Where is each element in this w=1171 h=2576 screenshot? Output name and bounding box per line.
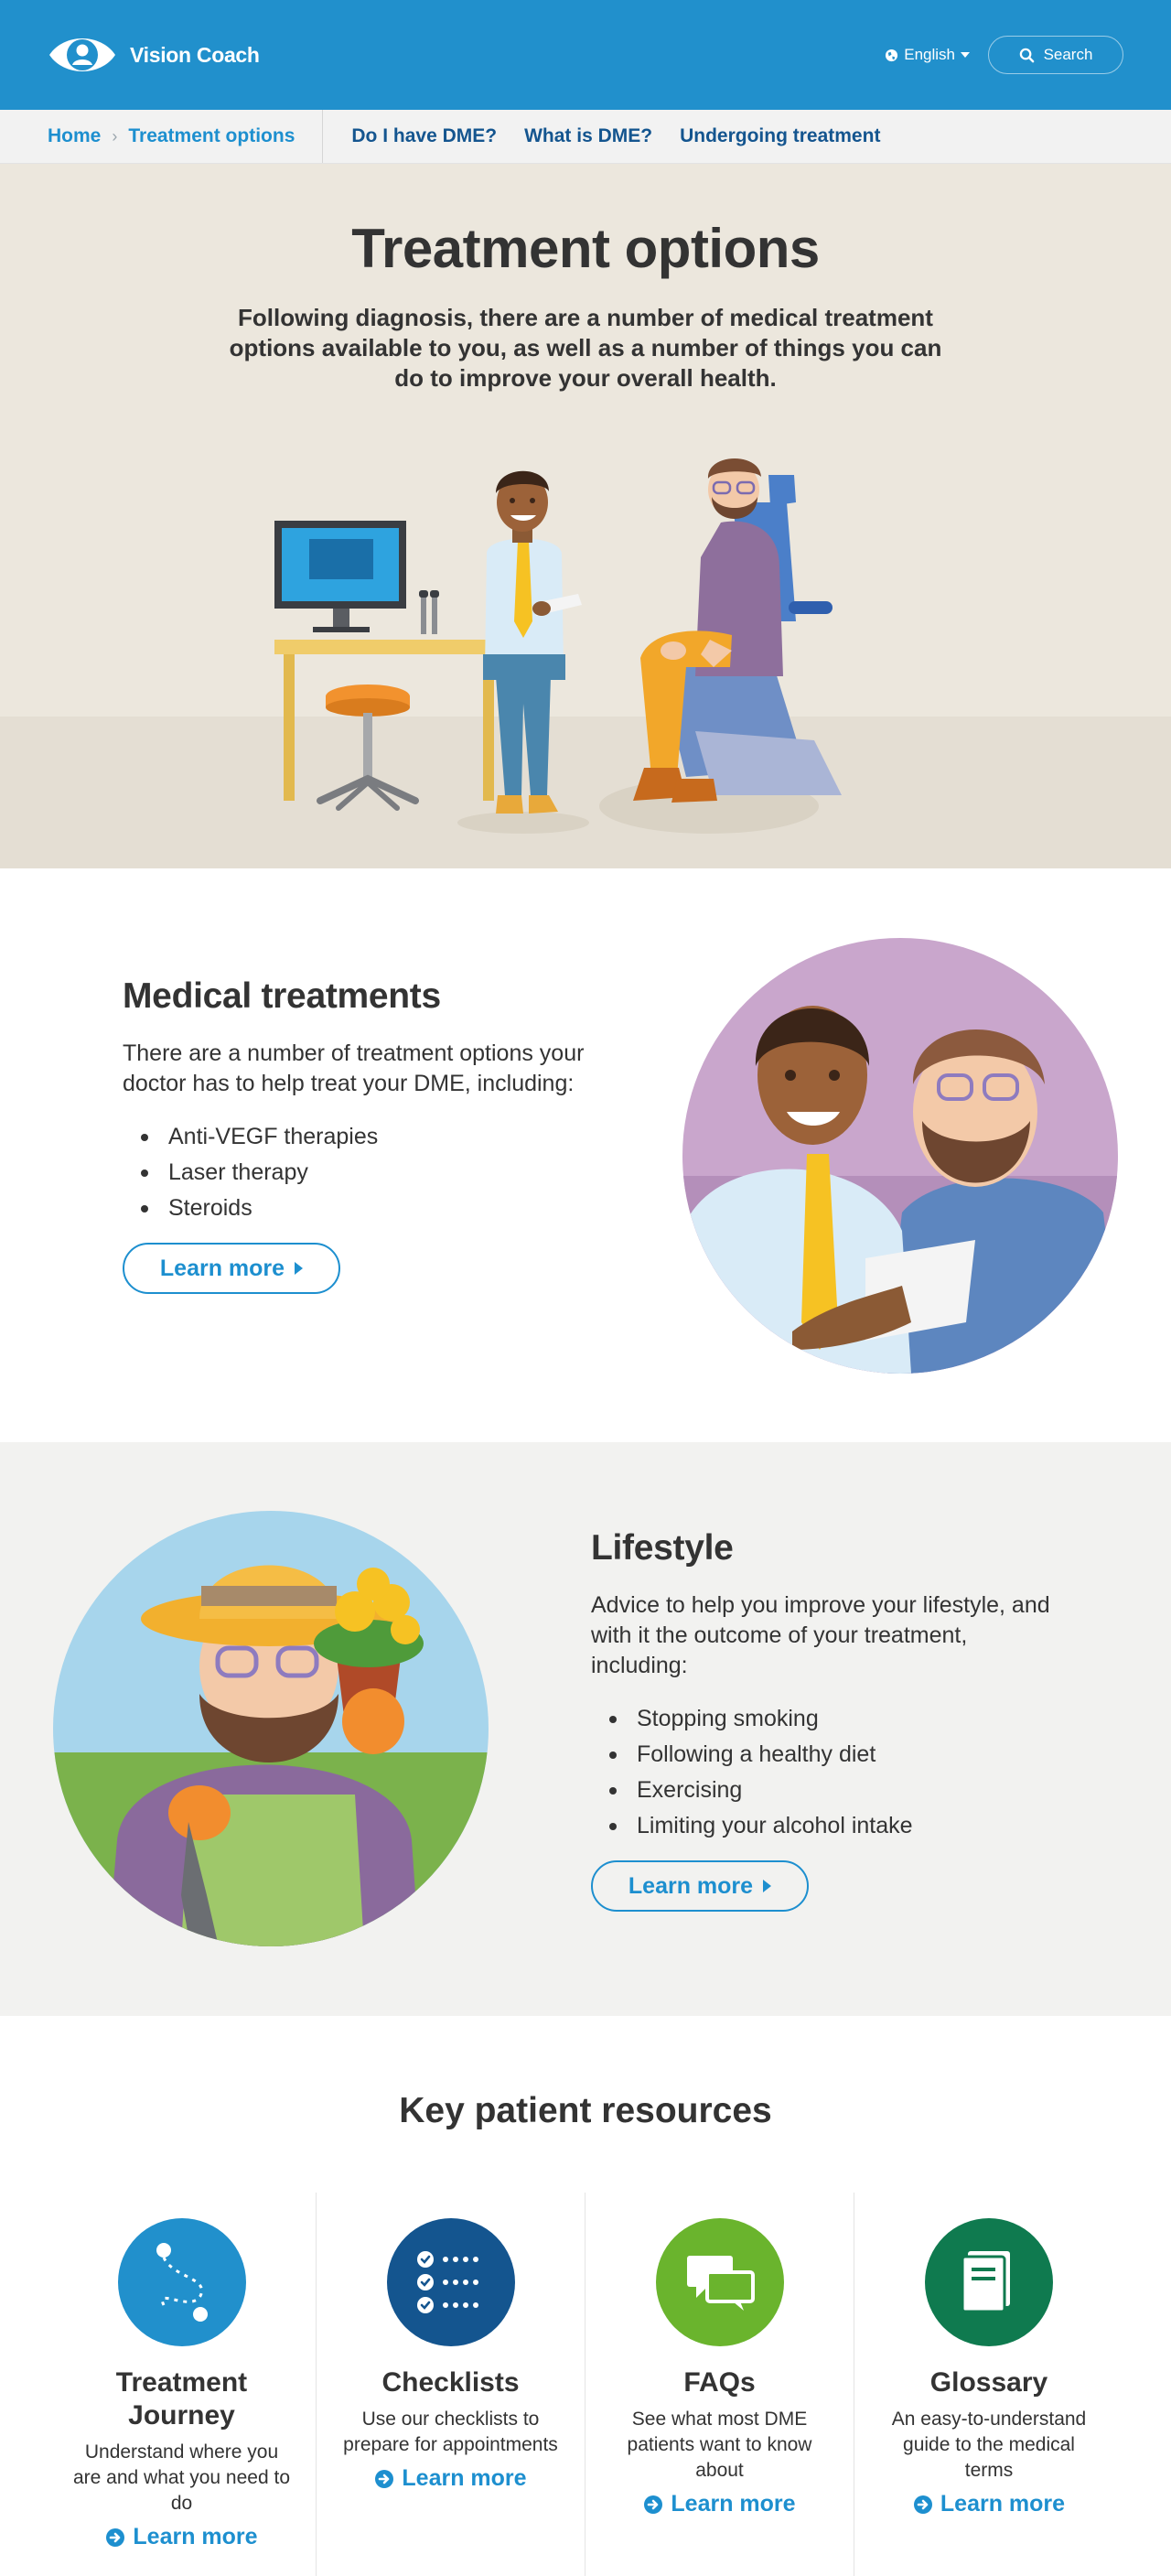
medical-title: Medical treatments bbox=[123, 976, 441, 1016]
link-label: Learn more bbox=[402, 2465, 527, 2491]
resource-card-faqs[interactable]: FAQs See what most DME patients want to … bbox=[586, 2193, 854, 2576]
resource-title: Treatment Journey bbox=[115, 2367, 248, 2430]
link-label: Learn more bbox=[940, 2491, 1066, 2517]
resource-desc: See what most DME patients want to know … bbox=[627, 2409, 812, 2481]
nav-link-undergoing-treatment[interactable]: Undergoing treatment bbox=[680, 125, 880, 147]
list-item: Steroids bbox=[123, 1191, 598, 1226]
resource-desc: Understand where you are and what you ne… bbox=[72, 2441, 290, 2514]
medical-treatments-section: Medical treatments There are a number of… bbox=[0, 868, 1171, 1442]
language-label: English bbox=[904, 46, 955, 63]
breadcrumb: Home › Treatment options bbox=[48, 110, 324, 163]
button-label: Learn more bbox=[159, 1255, 285, 1281]
eye-logo-icon bbox=[49, 38, 115, 71]
journey-icon bbox=[117, 2218, 246, 2346]
nav-link-do-i-have-dme[interactable]: Do I have DME? bbox=[351, 125, 497, 147]
resource-title: Checklists bbox=[381, 2367, 520, 2398]
resource-card-checklists[interactable]: Checklists Use our checklists to prepare… bbox=[317, 2193, 586, 2576]
caret-right-icon bbox=[295, 1262, 304, 1275]
arrow-circle-right-icon bbox=[106, 2527, 125, 2547]
lifestyle-body: Advice to help you improve your lifestyl… bbox=[591, 1592, 1050, 1678]
medical-list: Anti-VEGF therapies Laser therapy Steroi… bbox=[123, 1119, 598, 1226]
list-item: Stopping smoking bbox=[591, 1701, 1067, 1737]
list-item: Laser therapy bbox=[123, 1155, 598, 1191]
search-button[interactable]: Search bbox=[988, 36, 1123, 74]
resource-card-treatment-journey[interactable]: Treatment Journey Understand where you a… bbox=[48, 2193, 317, 2576]
checklist-icon bbox=[386, 2218, 515, 2346]
book-icon bbox=[925, 2218, 1053, 2346]
resource-title: Glossary bbox=[929, 2367, 1048, 2398]
nav-link-what-is-dme[interactable]: What is DME? bbox=[524, 125, 652, 147]
list-item: Following a healthy diet bbox=[591, 1737, 1067, 1773]
resources-title: Key patient resources bbox=[399, 2091, 772, 2130]
list-item: Limiting your alcohol intake bbox=[591, 1808, 1067, 1844]
arrow-circle-right-icon bbox=[644, 2495, 663, 2514]
button-label: Learn more bbox=[628, 1872, 754, 1899]
medical-body: There are a number of treatment options … bbox=[123, 1040, 585, 1096]
list-item: Exercising bbox=[591, 1773, 1067, 1808]
resource-title: FAQs bbox=[683, 2367, 756, 2398]
arrow-circle-right-icon bbox=[375, 2469, 394, 2488]
language-selector[interactable]: English bbox=[885, 46, 970, 64]
chat-bubbles-icon bbox=[655, 2218, 784, 2346]
lifestyle-list: Stopping smoking Following a healthy die… bbox=[591, 1701, 1067, 1844]
medical-learn-more-button[interactable]: Learn more bbox=[123, 1243, 340, 1294]
hero-intro: Following diagnosis, there are a number … bbox=[229, 304, 942, 392]
chevron-right-icon: › bbox=[112, 126, 118, 146]
doctor-office-illustration bbox=[274, 458, 842, 834]
breadcrumb-home[interactable]: Home bbox=[48, 125, 101, 147]
hero-section: Treatment options Following diagnosis, t… bbox=[0, 164, 1171, 868]
resource-learn-more-link[interactable]: Learn more bbox=[105, 2524, 258, 2550]
search-label: Search bbox=[1043, 46, 1093, 63]
key-resources-section: Key patient resources Treatment Journey … bbox=[0, 2016, 1171, 2576]
resource-card-glossary[interactable]: Glossary An easy-to-understand guide to … bbox=[854, 2193, 1123, 2576]
sub-navigation: Home › Treatment options Do I have DME? … bbox=[0, 110, 1171, 164]
globe-icon bbox=[886, 49, 898, 61]
resource-learn-more-link[interactable]: Learn more bbox=[913, 2491, 1065, 2517]
lifestyle-learn-more-button[interactable]: Learn more bbox=[591, 1860, 809, 1912]
arrow-circle-right-icon bbox=[913, 2495, 932, 2514]
link-label: Learn more bbox=[671, 2491, 796, 2517]
caret-right-icon bbox=[763, 1880, 772, 1892]
site-header: Vision Coach English Search bbox=[0, 0, 1171, 110]
lifestyle-title: Lifestyle bbox=[591, 1528, 734, 1568]
page-title: Treatment options bbox=[351, 218, 820, 279]
resource-desc: An easy-to-understand guide to the medic… bbox=[891, 2409, 1087, 2481]
resource-learn-more-link[interactable]: Learn more bbox=[374, 2465, 527, 2492]
doctor-patient-illustration bbox=[682, 938, 1118, 1374]
gardener-illustration bbox=[53, 1511, 489, 1946]
resource-learn-more-link[interactable]: Learn more bbox=[643, 2491, 796, 2517]
breadcrumb-current[interactable]: Treatment options bbox=[128, 125, 295, 147]
link-label: Learn more bbox=[133, 2524, 258, 2549]
lifestyle-section: Lifestyle Advice to help you improve you… bbox=[0, 1442, 1171, 2016]
list-item: Anti-VEGF therapies bbox=[123, 1119, 598, 1155]
search-icon bbox=[1019, 48, 1034, 62]
resource-desc: Use our checklists to prepare for appoin… bbox=[343, 2409, 558, 2455]
brand-name: Vision Coach bbox=[130, 42, 260, 67]
brand-logo[interactable]: Vision Coach bbox=[48, 31, 260, 79]
caret-down-icon bbox=[961, 52, 970, 58]
